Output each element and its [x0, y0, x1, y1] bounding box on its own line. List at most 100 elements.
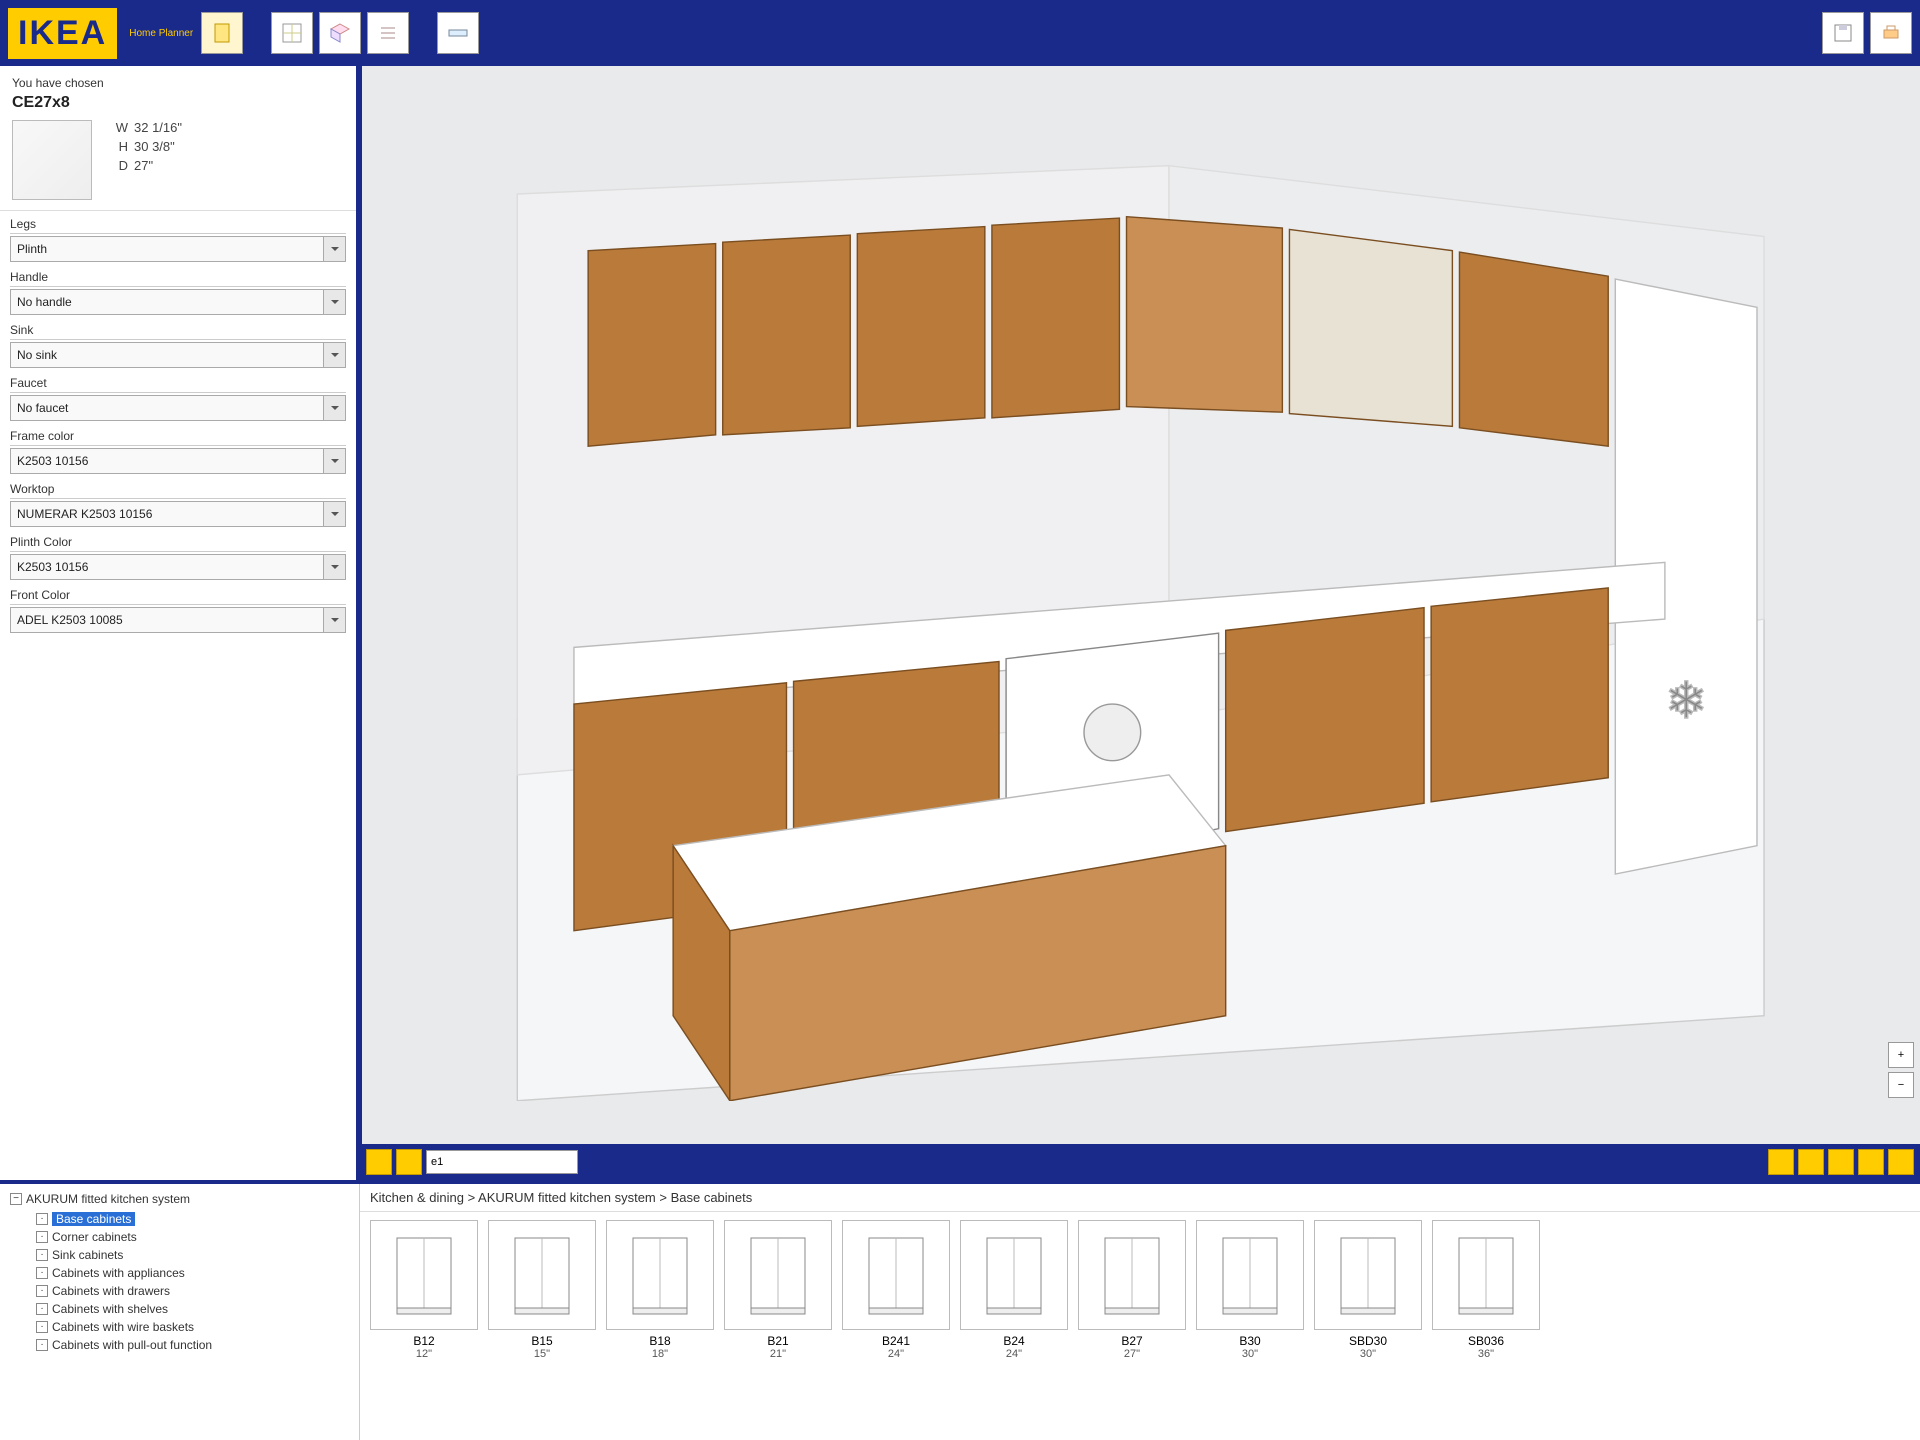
- tree-toggle-icon[interactable]: −: [10, 1193, 22, 1205]
- app-root: IKEA Home Planner You have chosen CE27x8: [0, 0, 1920, 1440]
- property-value: NUMERAR K2503 10156: [11, 507, 323, 521]
- catalog-thumbnail: [960, 1220, 1068, 1330]
- new-plan-button[interactable]: [201, 12, 243, 54]
- catalog-thumbnail: [724, 1220, 832, 1330]
- catalog-item-dim: 15": [488, 1348, 596, 1360]
- tree-bullet-icon: ·: [36, 1213, 48, 1225]
- tree-item-label: Base cabinets: [52, 1212, 135, 1226]
- chosen-code: CE27x8: [12, 94, 344, 112]
- list-icon: [376, 21, 400, 45]
- kitchen-render: ❄: [362, 66, 1920, 1144]
- catalog-item-dim: 30": [1196, 1348, 1304, 1360]
- file-icon: [210, 21, 234, 45]
- zoom-in-button[interactable]: +: [1888, 1042, 1914, 1068]
- dim-d-label: D: [104, 158, 128, 173]
- measure-button[interactable]: [437, 12, 479, 54]
- catalog-item[interactable]: B2121": [724, 1220, 832, 1360]
- tree-item[interactable]: ·Cabinets with appliances: [36, 1264, 349, 1282]
- dim-w-label: W: [104, 120, 128, 135]
- zoom-out-button[interactable]: −: [1888, 1072, 1914, 1098]
- catalog-item-name: SBD30: [1314, 1334, 1422, 1348]
- property-select[interactable]: No sink: [10, 342, 346, 368]
- tree-item-label: Sink cabinets: [52, 1248, 123, 1262]
- kitchen-svg: ❄: [424, 109, 1857, 1101]
- property-label: Worktop: [10, 482, 346, 499]
- catalog-item-dim: 24": [960, 1348, 1068, 1360]
- catalog-item[interactable]: B2424": [960, 1220, 1068, 1360]
- breadcrumb[interactable]: Kitchen & dining > AKURUM fitted kitchen…: [360, 1184, 1920, 1212]
- property-value: No faucet: [11, 401, 323, 415]
- cabinet-icon: [743, 1230, 813, 1320]
- pan-button[interactable]: [1828, 1149, 1854, 1175]
- catalog-item[interactable]: B1818": [606, 1220, 714, 1360]
- nav-next-button[interactable]: [396, 1149, 422, 1175]
- cabinet-icon: [1215, 1230, 1285, 1320]
- cabinet-icon: [861, 1230, 931, 1320]
- property-select[interactable]: K2503 10156: [10, 448, 346, 474]
- viewport-column: ❄: [360, 66, 1920, 1180]
- tree-bullet-icon: ·: [36, 1249, 48, 1261]
- tree-item[interactable]: ·Corner cabinets: [36, 1228, 349, 1246]
- catalog-strip[interactable]: B1212"B1515"B1818"B2121"B24124"B2424"B27…: [360, 1212, 1920, 1440]
- orbit-button[interactable]: [1858, 1149, 1884, 1175]
- property-0: LegsPlinth: [10, 217, 346, 262]
- catalog-item[interactable]: B1515": [488, 1220, 596, 1360]
- nav-prev-button[interactable]: [366, 1149, 392, 1175]
- catalog-thumbnail: [1314, 1220, 1422, 1330]
- property-value: No sink: [11, 348, 323, 362]
- level-input[interactable]: [426, 1150, 578, 1174]
- chevron-down-icon[interactable]: [323, 343, 345, 367]
- reset-view-button[interactable]: [1888, 1149, 1914, 1175]
- chevron-down-icon[interactable]: [323, 608, 345, 632]
- rotate-left-button[interactable]: [1768, 1149, 1794, 1175]
- cabinet-icon: [1333, 1230, 1403, 1320]
- view-list-button[interactable]: [367, 12, 409, 54]
- chevron-down-icon[interactable]: [323, 290, 345, 314]
- property-select[interactable]: No faucet: [10, 395, 346, 421]
- property-6: Plinth Color K2503 10156: [10, 535, 346, 580]
- tree-item[interactable]: · Cabinets with shelves: [36, 1300, 349, 1318]
- viewport-3d[interactable]: ❄: [360, 66, 1920, 1144]
- tree-item[interactable]: · Sink cabinets: [36, 1246, 349, 1264]
- chevron-down-icon[interactable]: [323, 449, 345, 473]
- tree-bullet-icon: ·: [36, 1303, 48, 1315]
- catalog-item[interactable]: B1212": [370, 1220, 478, 1360]
- property-select[interactable]: K2503 10156: [10, 554, 346, 580]
- tree-item-label: Cabinets with shelves: [52, 1302, 168, 1316]
- catalog-thumbnail: [606, 1220, 714, 1330]
- file-actions-group: [1822, 12, 1912, 54]
- viewport-side-buttons: + −: [1888, 1042, 1914, 1098]
- save-button[interactable]: [1822, 12, 1864, 54]
- tree-item[interactable]: · Base cabinets: [36, 1210, 349, 1228]
- catalog-item-name: B27: [1078, 1334, 1186, 1348]
- catalog-tree[interactable]: − AKURUM fitted kitchen system · Base cab…: [0, 1184, 360, 1440]
- catalog-thumbnail: [1432, 1220, 1540, 1330]
- catalog-item[interactable]: B24124": [842, 1220, 950, 1360]
- tree-item[interactable]: ·Cabinets with wire baskets: [36, 1318, 349, 1336]
- property-select[interactable]: No handle: [10, 289, 346, 315]
- catalog-item[interactable]: SB03636": [1432, 1220, 1540, 1360]
- tree-root[interactable]: − AKURUM fitted kitchen system: [10, 1192, 349, 1206]
- property-select[interactable]: Plinth: [10, 236, 346, 262]
- chevron-down-icon[interactable]: [323, 396, 345, 420]
- save-icon: [1831, 21, 1855, 45]
- tree-item[interactable]: ·Cabinets with drawers: [36, 1282, 349, 1300]
- catalog-item[interactable]: B3030": [1196, 1220, 1304, 1360]
- view-3d-button[interactable]: [319, 12, 361, 54]
- property-3: FaucetNo faucet: [10, 376, 346, 421]
- chevron-down-icon[interactable]: [323, 237, 345, 261]
- view-2d-button[interactable]: [271, 12, 313, 54]
- catalog-item[interactable]: B2727": [1078, 1220, 1186, 1360]
- property-select[interactable]: ADEL K2503 10085: [10, 607, 346, 633]
- rotate-right-button[interactable]: [1798, 1149, 1824, 1175]
- property-label: Sink: [10, 323, 346, 340]
- print-button[interactable]: [1870, 12, 1912, 54]
- catalog-item[interactable]: SBD3030": [1314, 1220, 1422, 1360]
- property-label: Plinth Color: [10, 535, 346, 552]
- tree-item[interactable]: ·Cabinets with pull-out function: [36, 1336, 349, 1354]
- property-select[interactable]: NUMERAR K2503 10156: [10, 501, 346, 527]
- chevron-down-icon[interactable]: [323, 555, 345, 579]
- tree-item-label: Corner cabinets: [52, 1230, 137, 1244]
- chevron-down-icon[interactable]: [323, 502, 345, 526]
- tree-bullet-icon: ·: [36, 1321, 48, 1333]
